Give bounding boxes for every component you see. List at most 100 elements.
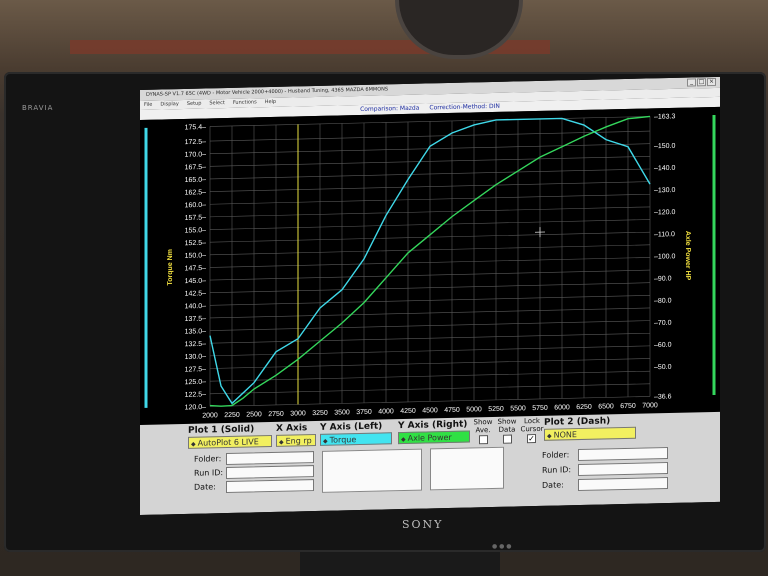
monitor-brand-center: SONY <box>402 518 444 531</box>
y-left-tick-label: 135.0– <box>185 328 207 335</box>
yright-select[interactable]: ◆ Axle Power <box>398 430 470 445</box>
y-right-tick-label: –100.0 <box>654 253 676 260</box>
y-left-tick-label: 145.0– <box>185 278 207 285</box>
plot1-value: AutoPlot 6 LIVE <box>197 437 259 448</box>
xaxis-value: Eng rp <box>285 436 312 446</box>
show-data-checkbox[interactable] <box>503 434 512 444</box>
y-right-tick-label: –70.0 <box>654 320 672 327</box>
y-left-tick-label: 175.4– <box>185 124 207 131</box>
chart-svg[interactable]: 2000 2250 2500 2750 3000 3250 3500 3750 4000 4250… <box>140 107 720 425</box>
xaxis-select[interactable]: ◆ Eng rp <box>276 434 316 447</box>
monitor-stand <box>300 552 500 576</box>
y-right-tick-label: –130.0 <box>654 187 676 194</box>
menu-display[interactable]: Display <box>160 100 178 109</box>
lock-cursor-checkbox[interactable]: ✓ <box>527 434 536 444</box>
y-right-tick-label: –90.0 <box>654 275 672 282</box>
plot1-label: Plot 1 (Solid) <box>188 424 255 436</box>
x-tick-label: 5500 <box>510 405 526 412</box>
x-tick-label: 5750 <box>532 405 548 412</box>
dyno-chart[interactable]: 2000 2250 2500 2750 3000 3250 3500 3750 4000 4250… <box>140 106 720 426</box>
y-right-tick-label: –110.0 <box>654 231 675 238</box>
x-tick-label: 4000 <box>378 408 394 415</box>
plot2-folder-label: Folder: <box>542 450 570 460</box>
y-right-tick-label: –36.6 <box>654 393 672 400</box>
spinner-icon: ◆ <box>191 440 196 448</box>
menu-file[interactable]: File <box>144 101 152 110</box>
yright-label: Y Axis (Right) <box>398 419 468 432</box>
y-left-tick-label: 157.5– <box>185 214 207 221</box>
y-left-tick-label: 120.0– <box>185 404 207 411</box>
y-right-axis-label: Axle Power HP <box>684 231 691 281</box>
x-tick-label: 2250 <box>224 412 240 419</box>
maximize-button[interactable]: □ <box>697 78 706 87</box>
y-left-tick-label: 142.5– <box>185 290 207 297</box>
plot2-runid-field[interactable] <box>578 462 668 477</box>
x-tick-label: 2750 <box>268 411 284 418</box>
runid-label: Run ID: <box>194 468 224 478</box>
y-right-tick-label: –140.0 <box>654 165 676 172</box>
monitor-indicator-leds: ● ● ● <box>492 543 512 550</box>
plot2-folder-field[interactable] <box>578 447 668 462</box>
date-field[interactable] <box>226 479 314 494</box>
yleft-select[interactable]: ◆ Torque <box>320 432 392 446</box>
y-left-tick-label: 132.5– <box>185 341 207 348</box>
menu-help[interactable]: Help <box>265 98 276 107</box>
menu-setup[interactable]: Setup <box>187 100 202 109</box>
x-tick-label: 6500 <box>598 403 614 410</box>
yright-list[interactable] <box>430 446 504 491</box>
plot1-select[interactable]: ◆ AutoPlot 6 LIVE <box>188 435 272 449</box>
spinner-icon: ◆ <box>323 437 328 445</box>
plot2-runid-label: Run ID: <box>542 465 572 475</box>
runid-field[interactable] <box>226 465 314 480</box>
monitor-brand-left: BRAVIA <box>22 104 54 112</box>
y-left-tick-label: 160.0– <box>185 202 207 209</box>
yleft-label: Y Axis (Left) <box>320 421 383 433</box>
control-panel: Plot 1 (Solid) ◆ AutoPlot 6 LIVE X Axis ◆… <box>140 411 720 515</box>
date-label: Date: <box>194 482 216 492</box>
plot2-label: Plot 2 (Dash) <box>544 416 611 428</box>
y-left-tick-label: 162.5– <box>185 189 207 196</box>
y-left-tick-label: 165.0– <box>185 177 207 184</box>
folder-label: Folder: <box>194 454 222 464</box>
show-ave-label: Show Ave. <box>473 418 493 435</box>
y-left-tick-label: 125.0– <box>185 379 207 386</box>
y-left-tick-label: 122.5– <box>185 391 207 398</box>
x-tick-label: 6000 <box>554 404 570 411</box>
plot2-date-label: Date: <box>542 480 564 490</box>
xaxis-label: X Axis <box>276 423 308 434</box>
y-left-tick-label: 170.0– <box>185 151 207 158</box>
x-tick-label: 4500 <box>422 407 438 414</box>
x-tick-label: 3500 <box>334 409 350 416</box>
y-right-tick-label: –163.3 <box>654 113 676 120</box>
y-left-tick-label: 167.5– <box>185 164 207 171</box>
y-right-tick-label: –60.0 <box>654 342 672 349</box>
x-tick-label: 4750 <box>444 407 460 414</box>
y-left-axis-label: Torque Nm <box>167 249 174 286</box>
x-tick-label: 6250 <box>576 404 592 411</box>
show-data-label: Show Data <box>497 417 517 434</box>
y-right-tick-label: –120.0 <box>654 209 676 216</box>
y-left-tick-label: 137.5– <box>185 316 207 323</box>
x-tick-label: 3250 <box>312 410 328 417</box>
app-window: DYNAS-SP V1.7 65C (4WD - Motor Vehicle 2… <box>140 76 720 516</box>
x-tick-label: 2000 <box>202 412 218 419</box>
close-button[interactable]: × <box>707 77 716 87</box>
y-left-tick-label: 127.5– <box>185 366 207 373</box>
minimize-button[interactable]: _ <box>687 78 696 87</box>
x-tick-label: 2500 <box>246 411 262 418</box>
window-controls: _ □ × <box>687 77 716 88</box>
menu-select[interactable]: Select <box>209 99 224 108</box>
y-left-tick-label: 150.0– <box>185 252 207 259</box>
folder-field[interactable] <box>226 451 314 466</box>
x-tick-label: 7000 <box>642 402 658 409</box>
y-left-tick-label: 152.5– <box>185 240 207 247</box>
yleft-list[interactable] <box>322 448 422 493</box>
plot2-date-field[interactable] <box>578 477 668 492</box>
show-ave-checkbox[interactable] <box>479 435 488 445</box>
y-right-tick-label: –150.0 <box>654 143 676 150</box>
yright-value: Axle Power <box>407 432 452 443</box>
x-tick-label: 5250 <box>488 406 504 413</box>
x-tick-label: 5000 <box>466 406 482 413</box>
plot2-select[interactable]: ◆ NONE <box>544 426 636 441</box>
x-tick-label: 6750 <box>620 403 636 410</box>
